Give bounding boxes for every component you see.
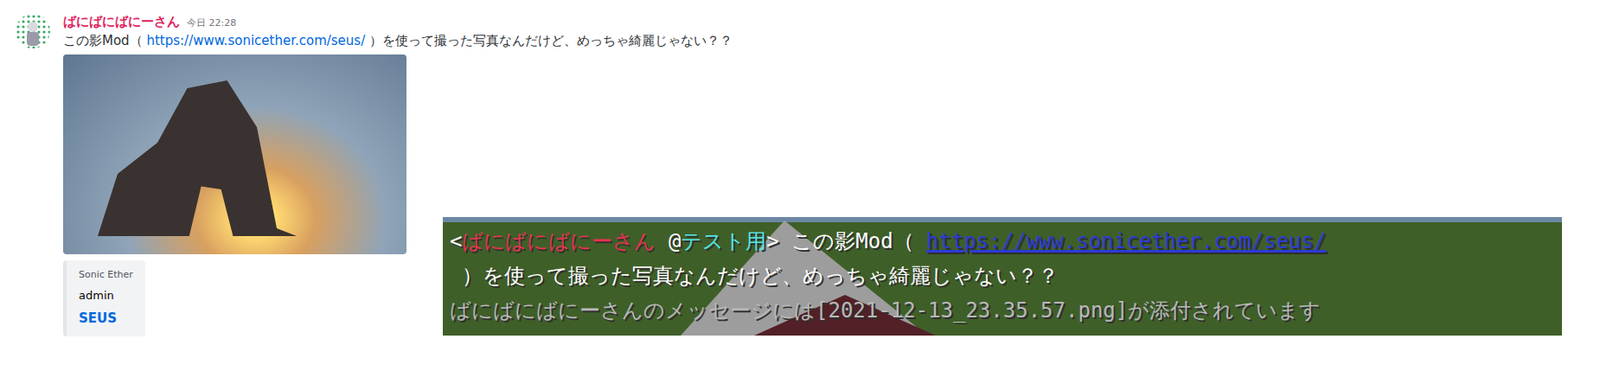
chat-line: ）を使って撮った写真なんだけど、めっちゃ綺麗じゃない？？	[449, 258, 1556, 294]
chat-link[interactable]: https://www.sonicether.com/seus/	[926, 229, 1326, 254]
author-name[interactable]: ばにばにばにーさん	[63, 13, 180, 31]
message-content: ばにばにばにーさん今日 22:28この影Mod（ https://www.son…	[63, 13, 1562, 337]
message-text: この影Mod（ https://www.sonicether.com/seus/…	[63, 32, 1562, 50]
chat-text: @	[655, 229, 681, 254]
chat-line: ばにばにばにーさんのメッセージには[2021-12-13_23.35.57.pn…	[449, 293, 1556, 328]
chat-text: <	[449, 229, 462, 254]
rock-silhouette	[97, 80, 297, 237]
media-column: Sonic Ether admin SEUS	[63, 54, 407, 337]
chat-text: ）を使って撮った写真なんだけど、めっちゃ綺麗じゃない？？	[449, 263, 1059, 288]
embed-provider: Sonic Ether	[78, 268, 134, 281]
game-screenshot: <ばにばにばにーさん @テスト用> この影Mod（ https://www.so…	[442, 217, 1562, 336]
attachments-row: Sonic Ether admin SEUS <ばにばにばにーさん @テスト用> この…	[63, 54, 1562, 337]
embed-author: admin	[78, 288, 134, 302]
timestamp: 今日 22:28	[186, 16, 237, 30]
game-chat: <ばにばにばにーさん @テスト用> この影Mod（ https://www.so…	[442, 217, 1562, 336]
chat-message: ばにばにばにーさん今日 22:28この影Mod（ https://www.son…	[15, 13, 1600, 337]
embed-title[interactable]: SEUS	[78, 310, 134, 327]
chat-line: <ばにばにばにーさん @テスト用> この影Mod（ https://www.so…	[449, 224, 1556, 259]
chat-text: ばにばにばにーさん	[461, 229, 656, 254]
attached-photo[interactable]	[63, 54, 407, 255]
chat-text: テスト用	[680, 229, 767, 254]
chat-text: ばにばにばにーさんのメッセージには[2021-12-13_23.35.57.pn…	[449, 298, 1321, 323]
message-link[interactable]: https://www.sonicether.com/seus/	[146, 32, 365, 49]
link-embed: Sonic Ether admin SEUS	[63, 260, 146, 337]
page: ばにばにばにーさん今日 22:28この影Mod（ https://www.son…	[0, 0, 1600, 371]
chat-text: > この影Mod（	[766, 229, 927, 254]
avatar-icon[interactable]	[15, 13, 51, 49]
message-header: ばにばにばにーさん今日 22:28	[63, 13, 1562, 31]
